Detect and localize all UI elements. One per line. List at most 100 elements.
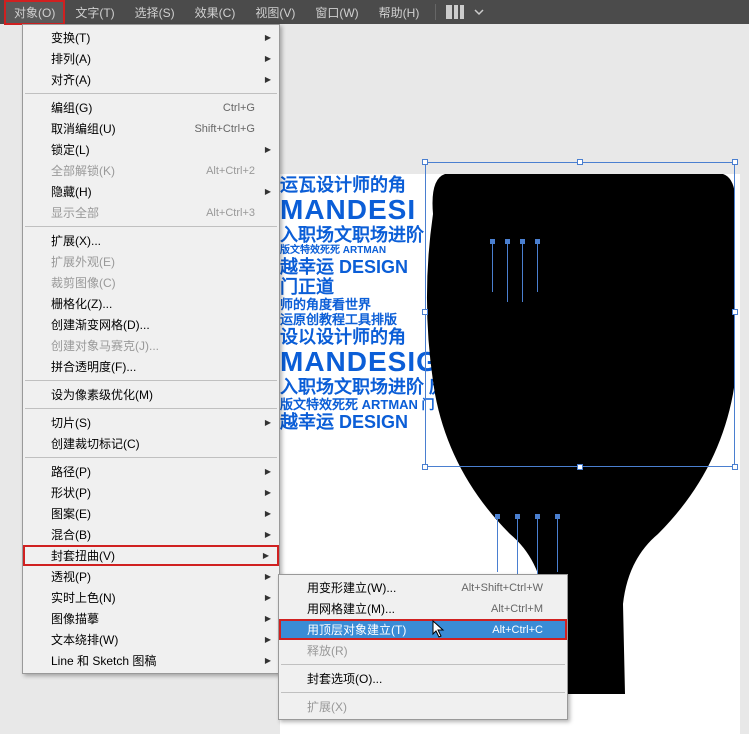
menu-item[interactable]: 混合(B): [23, 524, 279, 545]
dropdown-arrow-icon[interactable]: [470, 8, 488, 16]
menu-separator: [281, 664, 565, 665]
menu-item[interactable]: 形状(P): [23, 482, 279, 503]
menubar: 对象(O) 文字(T) 选择(S) 效果(C) 视图(V) 窗口(W) 帮助(H…: [0, 0, 749, 24]
menu-window[interactable]: 窗口(W): [305, 0, 368, 25]
menu-item-label: 锁定(L): [51, 141, 90, 158]
submenu-item-label: 用网格建立(M)...: [307, 600, 395, 617]
menu-item-label: 创建渐变网格(D)...: [51, 316, 150, 333]
menu-separator: [281, 692, 565, 693]
menu-separator: [25, 226, 277, 227]
menu-item-label: 全部解锁(K): [51, 162, 115, 179]
submenu-item-label: 用顶层对象建立(T): [307, 621, 406, 638]
menu-object[interactable]: 对象(O): [4, 0, 65, 25]
selection-handle[interactable]: [422, 159, 428, 165]
menu-separator: [25, 93, 277, 94]
menu-item: 裁剪图像(C): [23, 272, 279, 293]
menu-item-label: 编组(G): [51, 99, 92, 116]
menu-item-label: 栅格化(Z)...: [51, 295, 112, 312]
selection-handle[interactable]: [422, 309, 428, 315]
selection-handle[interactable]: [577, 464, 583, 470]
menu-item-label: 裁剪图像(C): [51, 274, 116, 291]
submenu-item-shortcut: Alt+Ctrl+C: [492, 624, 543, 636]
menu-item[interactable]: 创建裁切标记(C): [23, 433, 279, 454]
menu-item[interactable]: 图案(E): [23, 503, 279, 524]
menu-item-shortcut: Ctrl+G: [223, 102, 255, 114]
menu-item[interactable]: 图像描摹: [23, 608, 279, 629]
menu-item[interactable]: 排列(A): [23, 48, 279, 69]
selection-handle[interactable]: [732, 159, 738, 165]
control-handle-line: [522, 242, 523, 302]
submenu-item: 释放(R): [279, 640, 567, 661]
menu-select[interactable]: 选择(S): [125, 0, 185, 25]
menu-item-label: 创建裁切标记(C): [51, 435, 140, 452]
submenu-item-label: 释放(R): [307, 642, 348, 659]
menu-item[interactable]: 切片(S): [23, 412, 279, 433]
menu-item-label: 扩展(X)...: [51, 232, 101, 249]
menu-item[interactable]: 设为像素级优化(M): [23, 384, 279, 405]
menu-item[interactable]: 变换(T): [23, 27, 279, 48]
submenu-item[interactable]: 用变形建立(W)... Alt+Shift+Ctrl+W: [279, 577, 567, 598]
menu-item: 创建对象马赛克(J)...: [23, 335, 279, 356]
menu-item[interactable]: 对齐(A): [23, 69, 279, 90]
menu-item-label: 文本绕排(W): [51, 631, 118, 648]
menu-item[interactable]: 透视(P): [23, 566, 279, 587]
menu-item[interactable]: 取消编组(U) Shift+Ctrl+G: [23, 118, 279, 139]
menu-item: 显示全部 Alt+Ctrl+3: [23, 202, 279, 223]
menu-item[interactable]: 拼合透明度(F)...: [23, 356, 279, 377]
menu-item: 扩展外观(E): [23, 251, 279, 272]
menu-item-label: 封套扭曲(V): [51, 547, 115, 564]
selection-handle[interactable]: [732, 309, 738, 315]
menu-item[interactable]: 编组(G) Ctrl+G: [23, 97, 279, 118]
menu-item-label: 切片(S): [51, 414, 91, 431]
menu-item-label: 设为像素级优化(M): [51, 386, 153, 403]
envelope-distort-submenu: 用变形建立(W)... Alt+Shift+Ctrl+W 用网格建立(M)... Al…: [278, 574, 568, 720]
menu-item[interactable]: 路径(P): [23, 461, 279, 482]
submenu-item-label: 用变形建立(W)...: [307, 579, 396, 596]
object-menu-dropdown: 变换(T) 排列(A) 对齐(A) 编组(G) Ctrl+G 取消编组(U) Shift+C…: [22, 24, 280, 674]
submenu-item-shortcut: Alt+Shift+Ctrl+W: [461, 582, 543, 594]
submenu-item[interactable]: 用网格建立(M)... Alt+Ctrl+M: [279, 598, 567, 619]
menu-item[interactable]: 创建渐变网格(D)...: [23, 314, 279, 335]
menu-item[interactable]: 实时上色(N): [23, 587, 279, 608]
control-handle-line: [557, 517, 558, 572]
submenu-item-label: 扩展(X): [307, 698, 347, 715]
submenu-item-label: 封套选项(O)...: [307, 670, 382, 687]
submenu-item[interactable]: 用顶层对象建立(T) Alt+Ctrl+C: [279, 619, 567, 640]
menu-item[interactable]: 隐藏(H): [23, 181, 279, 202]
menu-item-shortcut: Alt+Ctrl+2: [206, 165, 255, 177]
menu-separator: [25, 408, 277, 409]
menu-item[interactable]: 封套扭曲(V): [23, 545, 279, 566]
control-handle-line: [537, 517, 538, 582]
selection-handle[interactable]: [577, 159, 583, 165]
menu-text[interactable]: 文字(T): [65, 0, 124, 25]
submenu-item[interactable]: 封套选项(O)...: [279, 668, 567, 689]
menu-item-label: 图像描摹: [51, 610, 99, 627]
menu-item[interactable]: 文本绕排(W): [23, 629, 279, 650]
menu-separator: [25, 380, 277, 381]
menu-view[interactable]: 视图(V): [245, 0, 305, 25]
menu-item-label: 对齐(A): [51, 71, 91, 88]
menu-item-label: 形状(P): [51, 484, 91, 501]
menu-item-label: 排列(A): [51, 50, 91, 67]
menu-help[interactable]: 帮助(H): [369, 0, 430, 25]
layout-tool-icon[interactable]: [442, 5, 468, 19]
menu-item-label: 扩展外观(E): [51, 253, 115, 270]
menu-effect[interactable]: 效果(C): [185, 0, 246, 25]
menu-item-shortcut: Alt+Ctrl+3: [206, 207, 255, 219]
selection-handle[interactable]: [422, 464, 428, 470]
menu-item[interactable]: 扩展(X)...: [23, 230, 279, 251]
menu-item-label: 显示全部: [51, 204, 99, 221]
control-handle-line: [507, 242, 508, 302]
menu-item[interactable]: 栅格化(Z)...: [23, 293, 279, 314]
menu-item-shortcut: Shift+Ctrl+G: [194, 123, 255, 135]
submenu-item-shortcut: Alt+Ctrl+M: [491, 603, 543, 615]
menu-item[interactable]: 锁定(L): [23, 139, 279, 160]
selection-handle[interactable]: [732, 464, 738, 470]
menu-item-label: 变换(T): [51, 29, 90, 46]
control-handle-line: [497, 517, 498, 572]
menu-item[interactable]: Line 和 Sketch 图稿: [23, 650, 279, 671]
menu-item-label: 取消编组(U): [51, 120, 116, 137]
menu-item-label: 图案(E): [51, 505, 91, 522]
menubar-divider: [435, 4, 436, 20]
menu-item-label: 混合(B): [51, 526, 91, 543]
